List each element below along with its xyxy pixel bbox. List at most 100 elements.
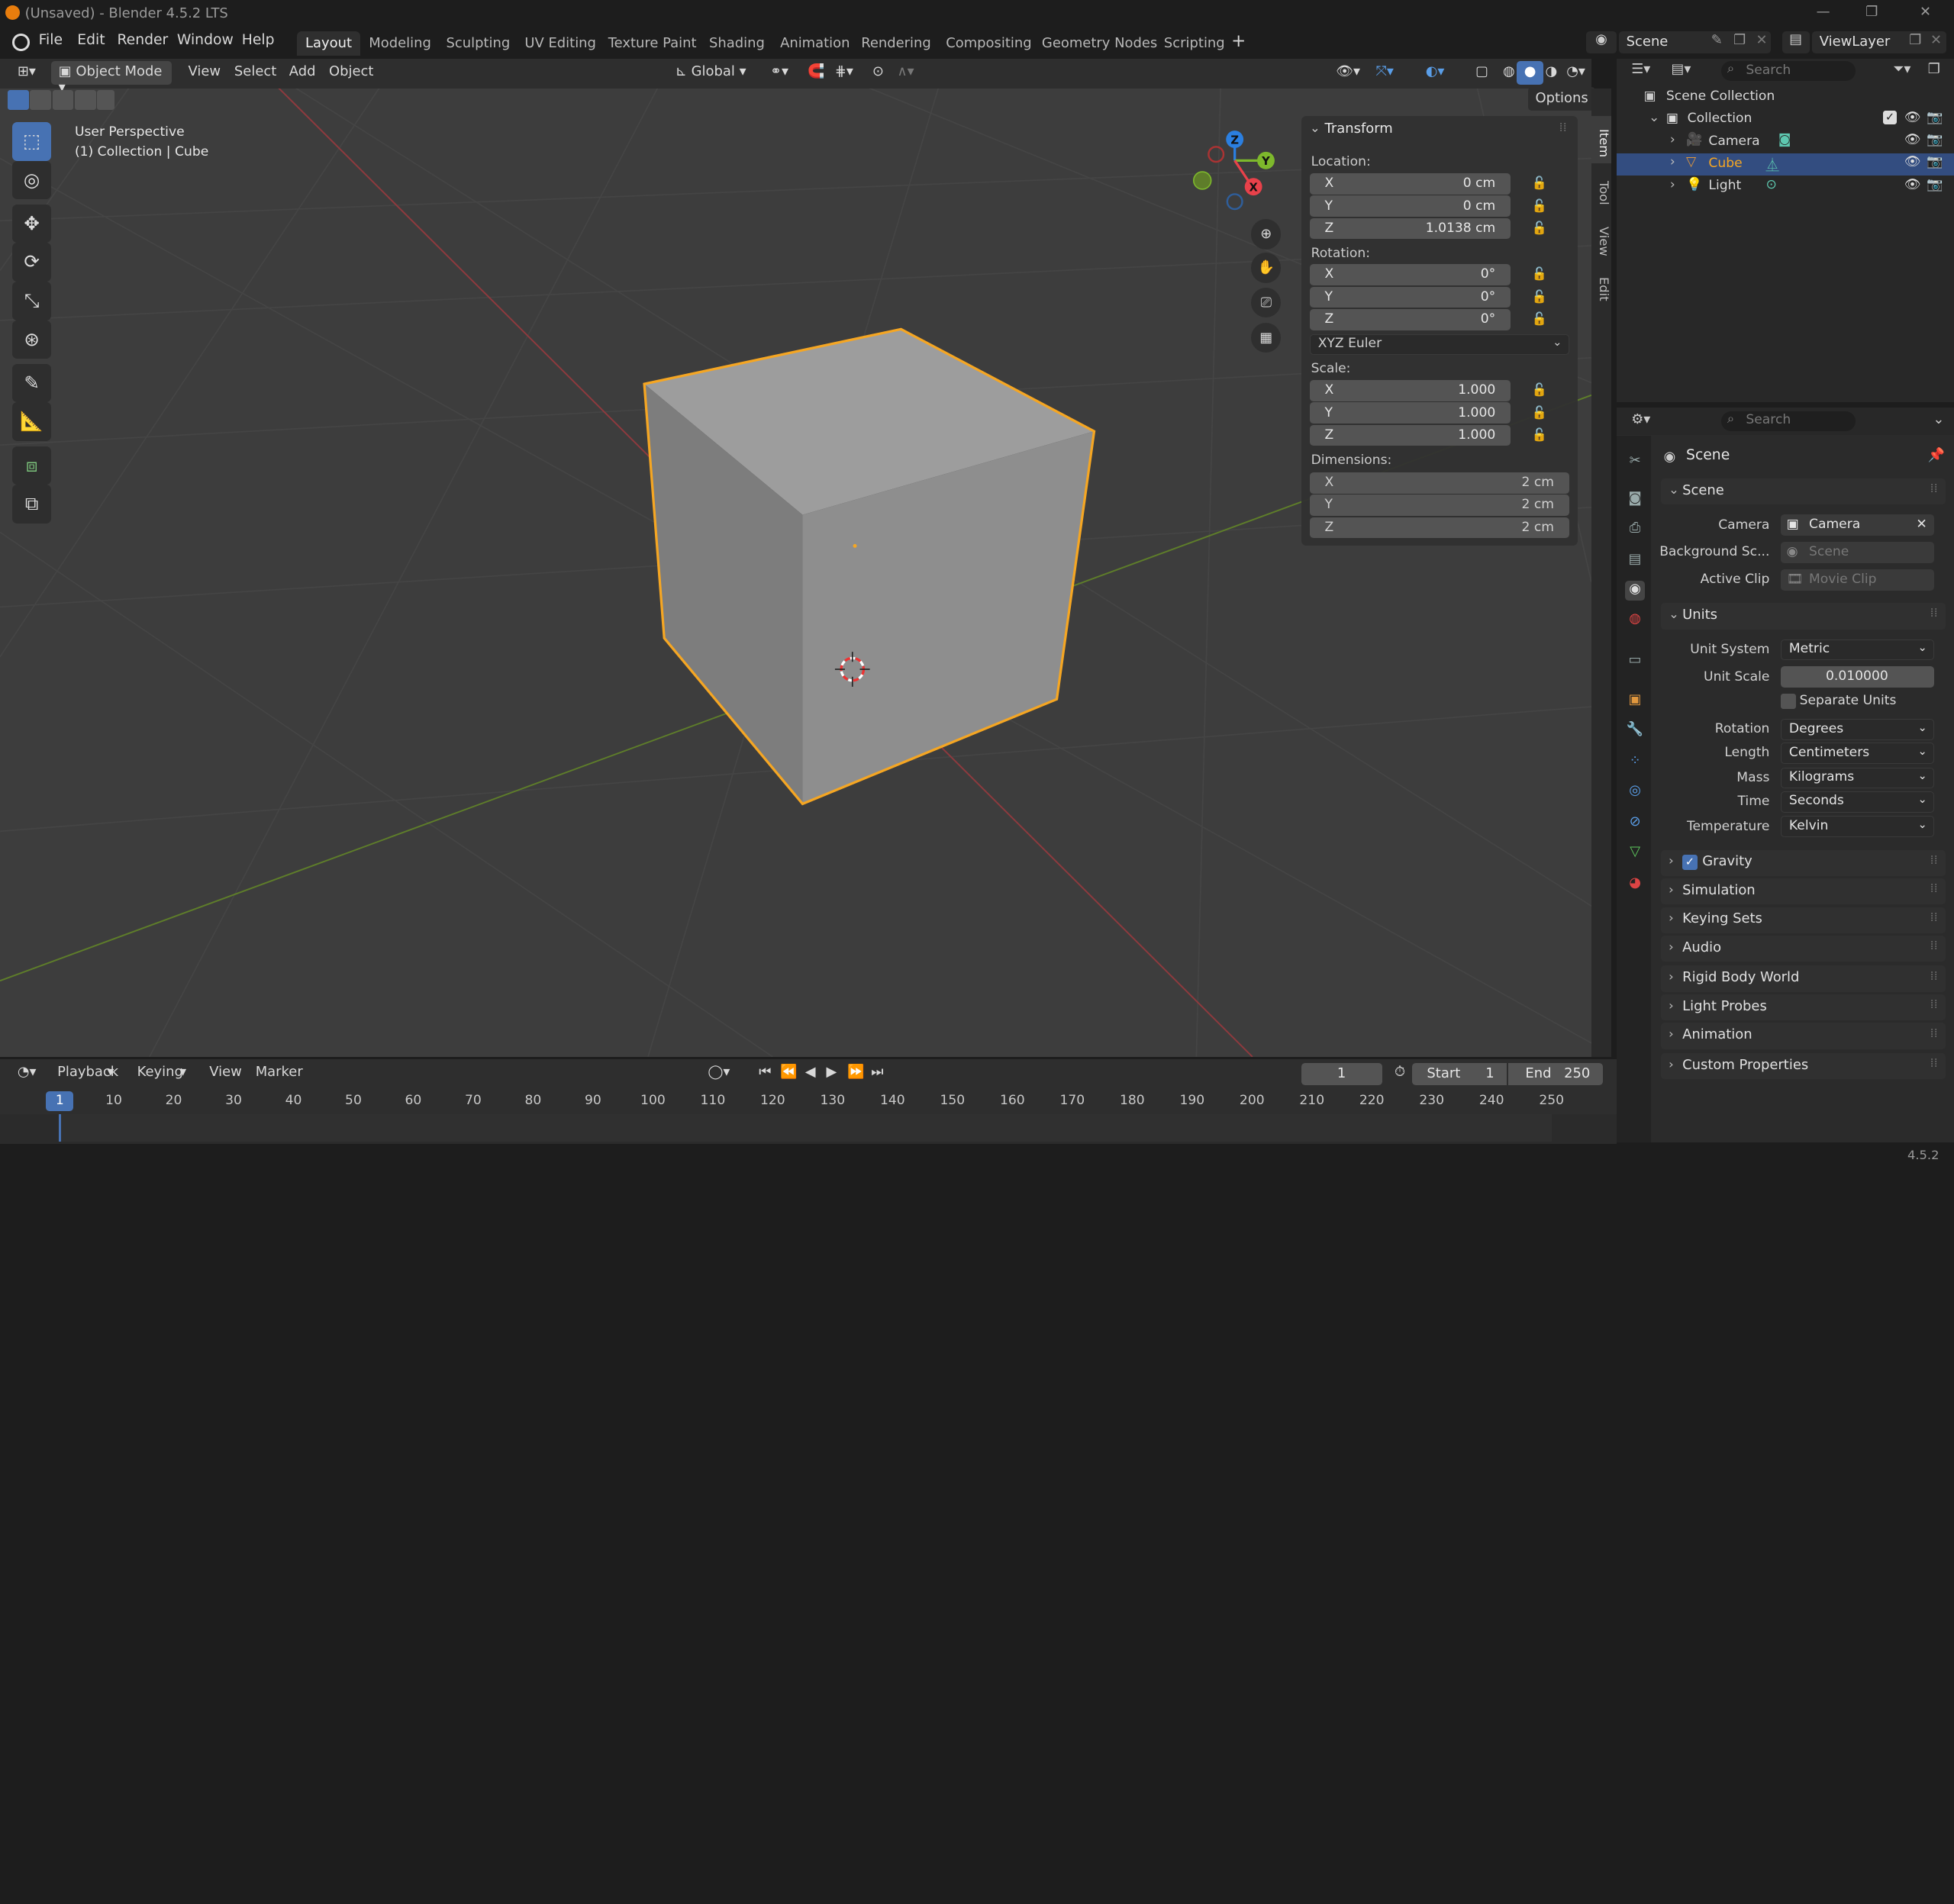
gizmo-toggle-icon[interactable]: ⤧▾ — [1369, 61, 1401, 85]
animation-section-header[interactable]: › Animation ⁞⁞ — [1661, 1023, 1946, 1049]
add-workspace-icon[interactable]: + — [1231, 31, 1246, 51]
menu-render[interactable]: Render — [117, 32, 168, 48]
jump-end-icon[interactable]: ⏭ — [863, 1062, 891, 1085]
select-box-tool-icon[interactable]: ⬚ — [12, 122, 51, 161]
light-probes-section-header[interactable]: › Light Probes ⁞⁞ — [1661, 994, 1946, 1021]
camera-render-icon[interactable]: 📷 — [1927, 110, 1943, 125]
menu-help[interactable]: Help — [242, 32, 275, 48]
transform-panel-title[interactable]: Transform — [1325, 121, 1393, 137]
mode-selector[interactable]: ▣ Object Mode ▾ — [50, 60, 173, 95]
start-frame-field[interactable]: Start 1 — [1411, 1062, 1507, 1086]
tab-geometry-nodes[interactable]: Geometry Nodes — [1033, 31, 1166, 56]
view-layer-tab-icon[interactable]: ▤ — [1625, 551, 1645, 571]
unit-scale-field[interactable]: 0.010000 — [1781, 666, 1934, 688]
chevron-down-icon[interactable]: ⌄ — [1649, 110, 1659, 125]
tab-compositing[interactable]: Compositing — [937, 31, 1040, 56]
tab-texture-paint[interactable]: Texture Paint — [599, 31, 705, 56]
close-icon[interactable]: ✕ — [1915, 4, 1935, 21]
drag-handle-icon[interactable]: ⁞⁞ — [1930, 938, 1937, 952]
tab-item[interactable]: Item — [1591, 115, 1612, 163]
scale-x-field[interactable]: X 1.000 — [1309, 379, 1511, 401]
tool-tab-icon[interactable]: ✂ — [1625, 453, 1645, 472]
chevron-right-icon[interactable]: › — [1670, 177, 1675, 192]
checkbox-icon[interactable]: ✓ — [1883, 111, 1897, 125]
drag-handle-icon[interactable]: ⁞⁞ — [1930, 605, 1937, 620]
new-scene-icon[interactable]: ❐ — [1733, 32, 1746, 48]
world-tab-icon[interactable]: ◍ — [1625, 611, 1645, 630]
lock-icon[interactable]: 🔓 — [1532, 198, 1547, 214]
rotation-mode-dropdown[interactable]: XYZ Euler ⌄ — [1309, 333, 1569, 356]
viewlayer-icon[interactable]: ▤ — [1781, 31, 1810, 54]
new-collection-icon[interactable]: ❐ — [1928, 61, 1940, 77]
menu-timeline-view[interactable]: View — [202, 1062, 249, 1085]
select-new-icon[interactable] — [7, 89, 29, 110]
zoom-icon[interactable]: ⊕ — [1251, 219, 1282, 250]
lock-icon[interactable]: 🔓 — [1532, 266, 1547, 282]
select-intersect-icon[interactable] — [97, 89, 115, 110]
gravity-section-header[interactable]: › ✓ Gravity ⁞⁞ — [1661, 849, 1946, 876]
length-units-dropdown[interactable]: Centimeters ⌄ — [1781, 743, 1934, 764]
outliner-row-camera[interactable]: › 🎥 Camera ◙ 👁 📷 — [1617, 130, 1954, 153]
camera-data-icon[interactable]: ◙ — [1778, 132, 1791, 147]
tab-tool[interactable]: Tool — [1591, 167, 1611, 212]
lock-icon[interactable]: 🔓 — [1532, 221, 1547, 236]
separate-units-checkbox[interactable] — [1781, 694, 1796, 709]
drag-handle-icon[interactable]: ⁞⁞ — [1559, 120, 1567, 134]
time-units-dropdown[interactable]: Seconds ⌄ — [1781, 791, 1934, 813]
pivot-icon[interactable]: ⚭▾ — [763, 61, 796, 85]
lock-icon[interactable]: 🔓 — [1532, 289, 1547, 304]
pan-icon[interactable]: ✋ — [1251, 253, 1282, 283]
snap-target-icon[interactable]: ⋕▾ — [827, 61, 861, 85]
scene-section-header[interactable]: ⌄ Scene ⁞⁞ — [1661, 478, 1946, 505]
auto-keying-icon[interactable]: ◯▾ — [701, 1062, 738, 1085]
rotation-z-field[interactable]: Z 0° — [1309, 308, 1511, 330]
render-tab-icon[interactable]: ◙ — [1625, 490, 1645, 510]
tab-scripting[interactable]: Scripting — [1156, 31, 1234, 56]
mass-units-dropdown[interactable]: Kilograms ⌄ — [1781, 767, 1934, 789]
select-subtract-icon[interactable] — [52, 89, 74, 110]
tab-animation[interactable]: Animation — [772, 31, 859, 56]
location-x-field[interactable]: X 0 cm — [1309, 172, 1511, 195]
light-data-icon[interactable]: ⊙ — [1766, 177, 1777, 192]
particles-tab-icon[interactable]: ⁘ — [1625, 752, 1645, 772]
scene-tab-icon[interactable]: ◉ — [1625, 580, 1646, 601]
lock-icon[interactable]: 🔓 — [1532, 427, 1547, 443]
drag-handle-icon[interactable]: ⁞⁞ — [1930, 852, 1937, 867]
camera-field[interactable]: ▣ Camera ✕ — [1781, 514, 1934, 536]
tab-modeling[interactable]: Modeling — [360, 31, 440, 56]
editor-type-icon[interactable]: ⊞▾ — [10, 61, 44, 85]
eye-icon[interactable]: 👁 — [1904, 177, 1921, 192]
units-section-header[interactable]: ⌄ Units ⁞⁞ — [1661, 603, 1946, 630]
menu-add[interactable]: Add — [282, 61, 323, 85]
drag-handle-icon[interactable]: ⁞⁞ — [1930, 481, 1937, 495]
outliner-row-collection[interactable]: ⌄ ▣ Collection ✓ 👁 📷 — [1617, 108, 1954, 130]
mesh-data-icon[interactable]: ⏅ — [1766, 154, 1779, 173]
modifier-tab-icon[interactable]: 🔧 — [1625, 721, 1645, 741]
transform-tool-icon[interactable]: ⊛ — [12, 320, 51, 359]
physics-tab-icon[interactable]: ◎ — [1625, 782, 1645, 802]
clear-icon[interactable]: ✕ — [1916, 517, 1927, 532]
active-clip-field[interactable]: 🎞 Movie Clip — [1781, 569, 1934, 591]
outliner-editor-icon[interactable]: ☰▾ — [1631, 61, 1650, 77]
overlay-toggle-icon[interactable]: ◐▾ — [1418, 61, 1452, 85]
cursor-tool-icon[interactable]: ◎ — [12, 160, 51, 200]
collection-tab-icon[interactable]: ▭ — [1625, 652, 1645, 672]
minimize-icon[interactable]: — — [1814, 4, 1833, 21]
outliner-search-input[interactable]: ⌕ Search — [1720, 60, 1856, 82]
timeline-area[interactable]: 10 20 30 40 50 60 70 80 90 100 110 120 130 140 150 160 1… — [0, 1088, 1617, 1144]
chevron-down-icon[interactable]: ⌄ — [1933, 411, 1944, 427]
eye-icon[interactable]: 👁 — [1904, 132, 1921, 147]
output-tab-icon[interactable]: ⎙ — [1625, 520, 1645, 540]
select-invert-icon[interactable] — [74, 89, 96, 110]
camera-render-icon[interactable]: 📷 — [1927, 154, 1943, 169]
annotate-tool-icon[interactable]: ✎ — [12, 363, 51, 403]
display-mode-icon[interactable]: ▤▾ — [1671, 61, 1691, 77]
xray-icon[interactable]: ▢ — [1468, 61, 1496, 85]
unit-system-dropdown[interactable]: Metric ⌄ — [1781, 639, 1934, 661]
dimensions-z-field[interactable]: Z 2 cm — [1309, 517, 1569, 539]
menu-view[interactable]: View — [181, 61, 228, 85]
drag-handle-icon[interactable]: ⁞⁞ — [1930, 881, 1937, 895]
falloff-icon[interactable]: ∧▾ — [890, 61, 922, 85]
outliner-row-scene-collection[interactable]: ▣ Scene Collection — [1617, 86, 1954, 108]
remove-viewlayer-icon[interactable]: ✕ — [1930, 32, 1942, 48]
